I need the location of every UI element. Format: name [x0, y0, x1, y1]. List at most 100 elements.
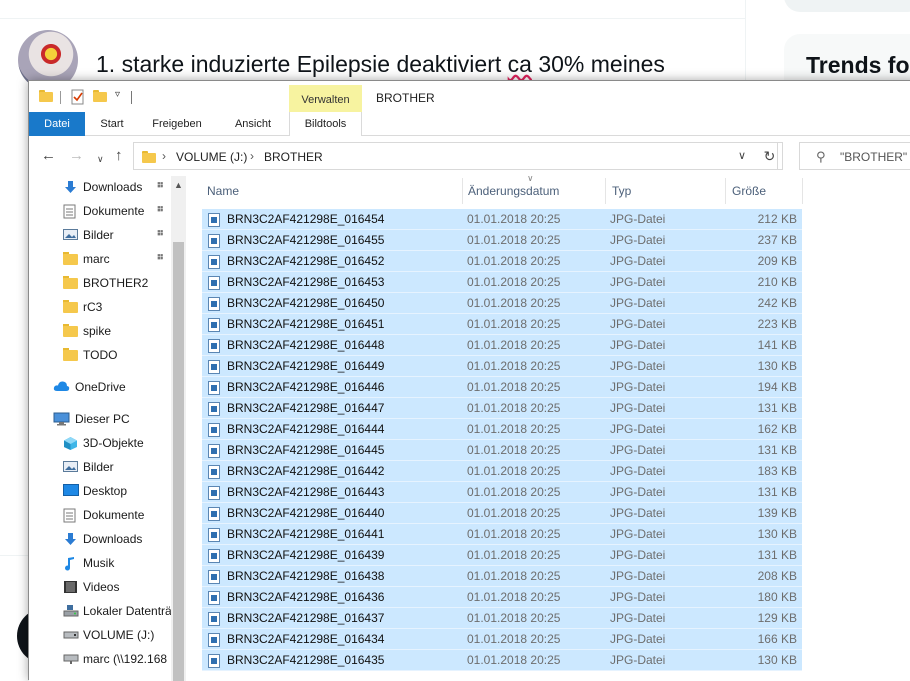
- sidebar-item-label: Bilder: [83, 460, 114, 474]
- file-date: 01.01.2018 20:25: [467, 401, 561, 415]
- properties-checkmark-icon[interactable]: [71, 89, 84, 105]
- forward-arrow-icon[interactable]: →: [69, 147, 84, 165]
- jpg-file-icon: [208, 255, 220, 269]
- table-row[interactable]: BRN3C2AF421298E_016444 01.01.2018 20:25 JP…: [202, 419, 802, 440]
- scroll-up-arrow-icon[interactable]: ▲: [171, 180, 186, 190]
- jpg-file-icon: [208, 444, 220, 458]
- sidebar-item-label: rC3: [83, 300, 103, 314]
- column-header-name[interactable]: Name: [207, 184, 239, 198]
- column-separator[interactable]: [605, 178, 606, 204]
- tab-bildtools[interactable]: Bildtools: [289, 112, 362, 137]
- jpg-file-icon: [208, 318, 220, 332]
- column-separator[interactable]: [725, 178, 726, 204]
- table-row[interactable]: BRN3C2AF421298E_016437 01.01.2018 20:25 JP…: [202, 608, 802, 629]
- new-folder-icon[interactable]: [93, 90, 107, 105]
- search-input[interactable]: ⚲ "BROTHER" d: [799, 142, 910, 170]
- table-row[interactable]: BRN3C2AF421298E_016453 01.01.2018 20:25 JP…: [202, 272, 802, 293]
- pin-icon[interactable]: ❖: [152, 226, 166, 240]
- tab-start[interactable]: Start: [91, 112, 133, 136]
- file-type: JPG-Datei: [610, 548, 666, 562]
- document-icon: [63, 204, 78, 219]
- sidebar-item-dokumente[interactable]: Dokumente ❖: [29, 200, 174, 222]
- sidebar-item-bilder[interactable]: Bilder: [29, 456, 174, 478]
- search-placeholder: "BROTHER" d: [840, 150, 910, 164]
- table-row[interactable]: BRN3C2AF421298E_016443 01.01.2018 20:25 JP…: [202, 482, 802, 503]
- recent-locations-chevron-icon[interactable]: ∨: [97, 150, 104, 168]
- 3d-objects-icon: [63, 436, 78, 450]
- pin-icon[interactable]: ❖: [152, 250, 166, 264]
- sidebar-item-label: VOLUME (J:): [83, 628, 155, 642]
- tab-datei[interactable]: Datei: [29, 112, 85, 136]
- table-row[interactable]: BRN3C2AF421298E_016451 01.01.2018 20:25 JP…: [202, 314, 802, 335]
- sidebar-item-downloads[interactable]: Downloads ❖: [29, 176, 174, 198]
- sidebar-item-desktop[interactable]: Desktop: [29, 480, 174, 502]
- breadcrumb-brother[interactable]: BROTHER: [264, 150, 323, 164]
- sidebar-item-downloads[interactable]: Downloads: [29, 528, 174, 550]
- table-row[interactable]: BRN3C2AF421298E_016440 01.01.2018 20:25 JP…: [202, 503, 802, 524]
- column-header-size[interactable]: Größe: [732, 184, 766, 198]
- sidebar-item-brother2[interactable]: BROTHER2: [29, 272, 174, 294]
- table-row[interactable]: BRN3C2AF421298E_016439 01.01.2018 20:25 JP…: [202, 545, 802, 566]
- breadcrumb-chevron-icon[interactable]: ›: [162, 149, 166, 163]
- sidebar-item-dokumente[interactable]: Dokumente: [29, 504, 174, 526]
- sidebar-item-label: Videos: [83, 580, 120, 594]
- file-size: 237 KB: [757, 233, 797, 247]
- pin-icon[interactable]: ❖: [152, 178, 166, 192]
- up-arrow-icon[interactable]: ↑: [115, 147, 123, 165]
- pin-icon[interactable]: ❖: [152, 202, 166, 216]
- folder-icon: [63, 324, 78, 338]
- table-row[interactable]: BRN3C2AF421298E_016452 01.01.2018 20:25 JP…: [202, 251, 802, 272]
- navigation-scrollbar-thumb[interactable]: [173, 242, 184, 681]
- table-row[interactable]: BRN3C2AF421298E_016435 01.01.2018 20:25 JP…: [202, 650, 802, 671]
- table-row[interactable]: BRN3C2AF421298E_016434 01.01.2018 20:25 JP…: [202, 629, 802, 650]
- sidebar-item-spike[interactable]: spike: [29, 320, 174, 342]
- breadcrumb-chevron-icon[interactable]: ›: [250, 149, 254, 163]
- table-row[interactable]: BRN3C2AF421298E_016441 01.01.2018 20:25 JP…: [202, 524, 802, 545]
- table-row[interactable]: BRN3C2AF421298E_016454 01.01.2018 20:25 JP…: [202, 209, 802, 230]
- column-separator[interactable]: [462, 178, 463, 204]
- sidebar-item-todo[interactable]: TODO: [29, 344, 174, 366]
- table-row[interactable]: BRN3C2AF421298E_016449 01.01.2018 20:25 JP…: [202, 356, 802, 377]
- sidebar-item-3d-objekte[interactable]: 3D-Objekte: [29, 432, 174, 454]
- sidebar-item-marc-192-168[interactable]: marc (\\192.168: [29, 648, 174, 670]
- sidebar-item-musik[interactable]: Musik: [29, 552, 174, 574]
- sidebar-item-label: Bilder: [83, 228, 114, 242]
- address-dropdown-chevron-icon[interactable]: ∨: [738, 149, 746, 162]
- quick-access-dropdown-icon[interactable]: ▿: [115, 89, 120, 100]
- column-header-type[interactable]: Typ: [612, 184, 631, 198]
- table-row[interactable]: BRN3C2AF421298E_016436 01.01.2018 20:25 JP…: [202, 587, 802, 608]
- file-type: JPG-Datei: [610, 611, 666, 625]
- table-row[interactable]: BRN3C2AF421298E_016445 01.01.2018 20:25 JP…: [202, 440, 802, 461]
- column-separator[interactable]: [802, 178, 803, 204]
- table-row[interactable]: BRN3C2AF421298E_016446 01.01.2018 20:25 JP…: [202, 377, 802, 398]
- sidebar-item-volume-j[interactable]: VOLUME (J:): [29, 624, 174, 646]
- file-size: 130 KB: [757, 527, 797, 541]
- sidebar-item-onedrive[interactable]: OneDrive: [29, 376, 174, 398]
- tab-ansicht[interactable]: Ansicht: [225, 112, 281, 136]
- file-type: JPG-Datei: [610, 632, 666, 646]
- table-row[interactable]: BRN3C2AF421298E_016447 01.01.2018 20:25 JP…: [202, 398, 802, 419]
- file-name: BRN3C2AF421298E_016452: [227, 254, 385, 268]
- breadcrumb-volume[interactable]: VOLUME (J:): [176, 150, 247, 164]
- sidebar-item-rc3[interactable]: rC3: [29, 296, 174, 318]
- sidebar-item-bilder[interactable]: Bilder ❖: [29, 224, 174, 246]
- tab-freigeben[interactable]: Freigeben: [145, 112, 209, 136]
- jpg-file-icon: [208, 339, 220, 353]
- table-row[interactable]: BRN3C2AF421298E_016450 01.01.2018 20:25 JP…: [202, 293, 802, 314]
- table-row[interactable]: BRN3C2AF421298E_016455 01.01.2018 20:25 JP…: [202, 230, 802, 251]
- sidebar-item-lokaler-datenträ[interactable]: Lokaler Datenträ: [29, 600, 174, 622]
- document-icon: [63, 508, 78, 523]
- table-row[interactable]: BRN3C2AF421298E_016442 01.01.2018 20:25 JP…: [202, 461, 802, 482]
- desktop-icon: [63, 484, 79, 498]
- back-arrow-icon[interactable]: ←: [41, 147, 56, 165]
- background-topbar: [0, 0, 745, 19]
- sidebar-item-dieser-pc[interactable]: Dieser PC: [29, 408, 174, 430]
- sidebar-item-videos[interactable]: Videos: [29, 576, 174, 598]
- table-row[interactable]: BRN3C2AF421298E_016448 01.01.2018 20:25 JP…: [202, 335, 802, 356]
- table-row[interactable]: BRN3C2AF421298E_016438 01.01.2018 20:25 JP…: [202, 566, 802, 587]
- refresh-icon[interactable]: ↻: [757, 142, 783, 170]
- file-name: BRN3C2AF421298E_016454: [227, 212, 385, 226]
- column-header-date[interactable]: Änderungsdatum: [468, 184, 559, 198]
- sidebar-item-marc[interactable]: marc ❖: [29, 248, 174, 270]
- address-bar[interactable]: › VOLUME (J:) › BROTHER ∨: [133, 142, 778, 170]
